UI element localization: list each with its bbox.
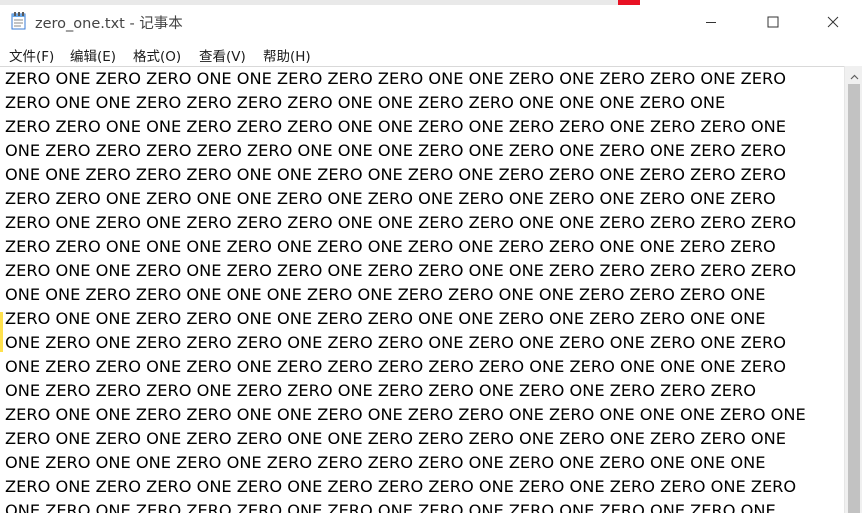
background-window-strip <box>0 0 640 5</box>
menu-bar: 文件(F) 编辑(E) 格式(O) 查看(V) 帮助(H) <box>0 42 862 66</box>
notepad-icon <box>11 12 27 30</box>
close-button[interactable] <box>810 2 856 42</box>
title-bar[interactable]: zero_one.txt - 记事本 <box>0 0 862 42</box>
maximize-icon <box>767 13 779 32</box>
text-line: ZERO ONE ZERO ONE ZERO ZERO ZERO ONE ONE… <box>5 213 797 232</box>
text-line: ZERO ONE ONE ZERO ZERO ONE ONE ZERO ONE … <box>5 405 806 424</box>
text-line: ZERO ONE ONE ZERO ZERO ONE ONE ZERO ZERO… <box>5 309 766 328</box>
text-line: ZERO ZERO ONE ONE ONE ZERO ONE ZERO ONE … <box>5 237 776 256</box>
close-icon <box>827 13 839 32</box>
background-close-strip <box>618 0 640 5</box>
menu-edit[interactable]: 编辑(E) <box>70 45 116 65</box>
minimize-button[interactable] <box>688 2 734 42</box>
window-title: zero_one.txt - 记事本 <box>35 16 183 32</box>
chevron-up-icon <box>850 65 859 84</box>
text-line: ZERO ZERO ONE ZERO ONE ONE ZERO ONE ZERO… <box>5 189 776 208</box>
text-line: ZERO ZERO ONE ONE ZERO ZERO ZERO ONE ONE… <box>5 117 786 136</box>
text-line: ONE ZERO ONE ZERO ZERO ZERO ONE ZERO ZER… <box>5 333 786 352</box>
text-line: ZERO ONE ZERO ZERO ONE ZERO ONE ZERO ZER… <box>5 477 797 496</box>
menu-view[interactable]: 查看(V) <box>199 45 246 65</box>
scroll-up-button[interactable] <box>845 66 862 83</box>
menu-help[interactable]: 帮助(H) <box>263 45 311 65</box>
text-line: ONE ZERO ONE ZERO ZERO ZERO ONE ZERO ONE… <box>5 501 776 513</box>
text-line: ONE ZERO ZERO ZERO ZERO ZERO ONE ONE ONE… <box>5 141 786 160</box>
notepad-window: zero_one.txt - 记事本 文件(F) 编辑(E) 格式(O) 查看(… <box>0 0 862 513</box>
window-edge-highlight <box>0 312 3 352</box>
text-line: ONE ZERO ONE ONE ZERO ONE ZERO ZERO ZERO… <box>5 453 766 472</box>
menu-file[interactable]: 文件(F) <box>9 45 54 65</box>
text-line: ONE ONE ZERO ZERO ZERO ONE ONE ZERO ONE … <box>5 165 786 184</box>
maximize-button[interactable] <box>750 2 796 42</box>
text-line: ONE ONE ZERO ZERO ONE ONE ONE ZERO ONE Z… <box>5 285 766 304</box>
minimize-icon <box>705 13 717 32</box>
menu-format[interactable]: 格式(O) <box>133 45 181 65</box>
editor-lines: ZERO ONE ZERO ZERO ONE ONE ZERO ZERO ZER… <box>5 67 806 513</box>
text-line: ZERO ONE ONE ZERO ONE ZERO ZERO ONE ZERO… <box>5 261 797 280</box>
text-line: ZERO ONE ONE ZERO ZERO ZERO ZERO ONE ONE… <box>5 93 726 112</box>
text-line: ZERO ONE ZERO ONE ZERO ZERO ONE ONE ZERO… <box>5 429 786 448</box>
vertical-scrollbar[interactable] <box>844 66 862 513</box>
scroll-thumb[interactable] <box>848 84 860 513</box>
text-line: ONE ZERO ZERO ZERO ONE ZERO ZERO ONE ZER… <box>5 381 756 400</box>
text-line: ZERO ONE ZERO ZERO ONE ONE ZERO ZERO ZER… <box>5 69 786 88</box>
text-line: ONE ZERO ZERO ONE ZERO ONE ZERO ZERO ZER… <box>5 357 786 376</box>
text-editor[interactable]: ZERO ONE ZERO ZERO ONE ONE ZERO ZERO ZER… <box>0 66 844 513</box>
